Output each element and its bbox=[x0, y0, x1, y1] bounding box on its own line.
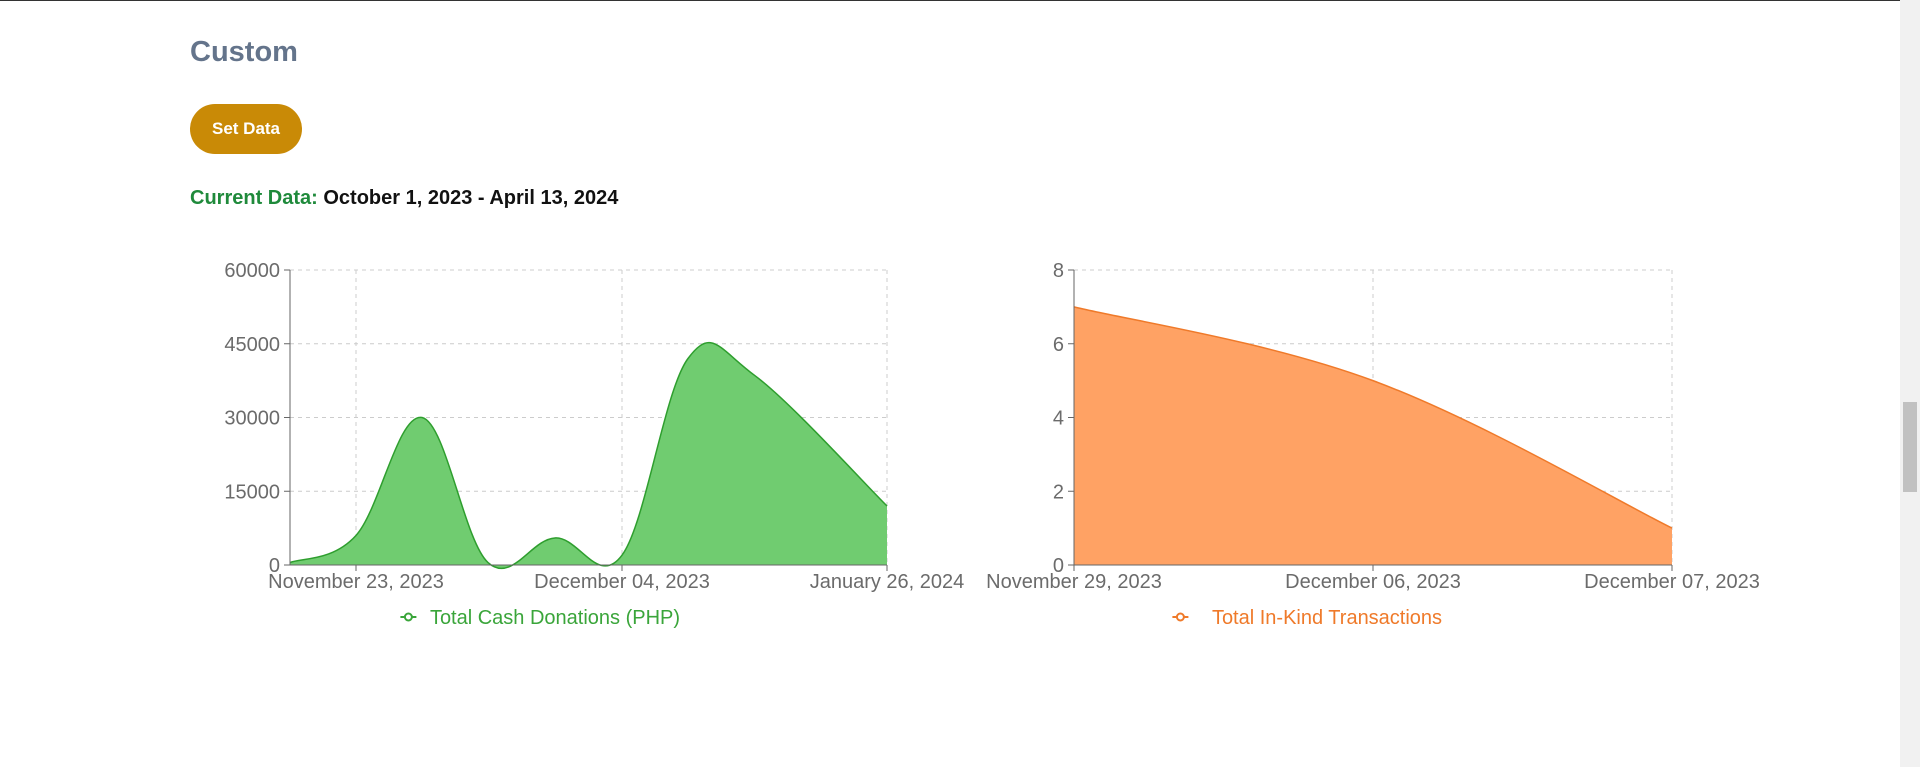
legend-label: Total Cash Donations (PHP) bbox=[430, 607, 680, 629]
y-tick-label: 15000 bbox=[224, 481, 280, 503]
y-tick-label: 4 bbox=[1053, 408, 1064, 430]
in-kind-transactions-chart: 02468November 29, 2023 December 06, 2023 D… bbox=[986, 260, 1760, 629]
x-tick-label: January 26, 2024 bbox=[810, 571, 965, 593]
x-tick-label: November 23, 2023 bbox=[268, 571, 444, 593]
legend-inkind[interactable]: Total In-Kind Transactions bbox=[1172, 607, 1442, 629]
legend-cash[interactable]: Total Cash Donations (PHP) bbox=[400, 607, 680, 629]
charts-canvas: 015000300004500060000November 23, 2023 De… bbox=[224, 260, 1760, 629]
x-tick-label: December 04, 2023 bbox=[534, 571, 710, 593]
y-tick-label: 8 bbox=[1053, 260, 1064, 282]
legend-dot-icon bbox=[1175, 612, 1185, 622]
x-tick-label: November 29, 2023 bbox=[986, 571, 1162, 593]
x-tick-label: December 06, 2023 bbox=[1285, 571, 1461, 593]
legend-dot-icon bbox=[403, 612, 413, 622]
y-tick-label: 2 bbox=[1053, 481, 1064, 503]
scrollbar-thumb[interactable] bbox=[1903, 402, 1917, 492]
cash-donations-chart: 015000300004500060000November 23, 2023 De… bbox=[224, 260, 964, 629]
y-tick-label: 45000 bbox=[224, 334, 280, 356]
area-fill-cash bbox=[290, 342, 887, 569]
x-tick-label: December 07, 2023 bbox=[1584, 571, 1760, 593]
y-tick-label: 6 bbox=[1053, 334, 1064, 356]
vertical-scrollbar[interactable] bbox=[1900, 0, 1920, 767]
y-tick-label: 60000 bbox=[224, 260, 280, 282]
legend-label: Total In-Kind Transactions bbox=[1212, 607, 1442, 629]
y-tick-label: 30000 bbox=[224, 408, 280, 430]
